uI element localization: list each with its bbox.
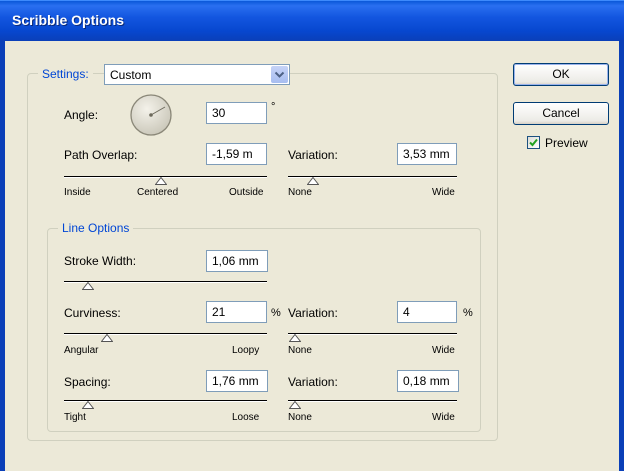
path-overlap-variation-input[interactable]: 3,53 mm	[397, 143, 457, 165]
curviness-tick-angular: Angular	[64, 345, 99, 356]
spacing-variation-tick-wide: Wide	[432, 412, 455, 423]
preview-label: Preview	[545, 136, 588, 150]
curviness-variation-input[interactable]: 4	[397, 301, 457, 323]
slider-thumb-icon	[82, 401, 95, 409]
curviness-variation-slider-track[interactable]	[288, 333, 457, 335]
settings-preset-dropdown[interactable]: Custom	[104, 64, 290, 85]
slider-thumb-icon	[288, 401, 301, 409]
settings-preset-value: Custom	[110, 68, 152, 82]
ok-button[interactable]: OK	[513, 63, 609, 86]
curviness-unit: %	[271, 307, 281, 319]
curviness-variation-label: Variation:	[288, 306, 338, 320]
path-overlap-variation-tick-none: None	[288, 187, 312, 198]
spacing-slider-track[interactable]	[64, 400, 267, 402]
spacing-tick-tight: Tight	[64, 412, 86, 423]
spacing-variation-slider-track[interactable]	[288, 400, 457, 402]
path-overlap-tick-centered: Centered	[137, 187, 179, 198]
slider-thumb-icon	[155, 177, 168, 185]
angle-label: Angle:	[64, 108, 99, 122]
checkmark-icon	[529, 138, 538, 147]
title-bar[interactable]: Scribble Options	[0, 0, 624, 41]
window-title: Scribble Options	[12, 12, 125, 28]
path-overlap-tick-outside: Outside	[229, 187, 264, 198]
line-options-legend: Line Options	[58, 221, 134, 235]
path-overlap-input[interactable]: -1,59 m	[206, 143, 267, 165]
angle-unit: °	[271, 101, 276, 113]
window-frame-left	[0, 40, 5, 471]
stroke-width-input[interactable]: 1,06 mm	[206, 250, 268, 272]
stroke-width-label: Stroke Width:	[64, 254, 137, 268]
slider-thumb-icon	[307, 177, 320, 185]
angle-dial-icon[interactable]	[129, 93, 173, 137]
slider-thumb-icon	[288, 334, 301, 342]
slider-thumb-icon	[82, 282, 95, 290]
spacing-label: Spacing:	[64, 375, 111, 389]
window-frame-right	[619, 40, 624, 471]
spacing-variation-input[interactable]: 0,18 mm	[397, 370, 459, 392]
cancel-button[interactable]: Cancel	[513, 102, 609, 125]
spacing-input[interactable]: 1,76 mm	[206, 370, 268, 392]
spacing-tick-loose: Loose	[232, 412, 260, 423]
path-overlap-tick-inside: Inside	[64, 187, 91, 198]
path-overlap-label: Path Overlap:	[64, 148, 138, 162]
curviness-variation-tick-none: None	[288, 345, 312, 356]
spacing-variation-label: Variation:	[288, 375, 338, 389]
curviness-variation-tick-wide: Wide	[432, 345, 455, 356]
curviness-slider-track[interactable]	[64, 333, 267, 335]
path-overlap-variation-tick-wide: Wide	[432, 187, 455, 198]
curviness-tick-loopy: Loopy	[232, 345, 260, 356]
path-overlap-variation-label: Variation:	[288, 148, 338, 162]
curviness-label: Curviness:	[64, 306, 121, 320]
dropdown-arrow-icon[interactable]	[271, 66, 288, 83]
stroke-width-slider-track[interactable]	[64, 281, 267, 283]
curviness-variation-unit: %	[463, 307, 473, 319]
curviness-input[interactable]: 21	[206, 301, 267, 323]
slider-thumb-icon	[100, 334, 113, 342]
settings-legend: Settings:	[38, 67, 93, 81]
angle-input[interactable]: 30	[206, 102, 267, 124]
spacing-variation-tick-none: None	[288, 412, 312, 423]
preview-checkbox[interactable]	[527, 136, 540, 149]
